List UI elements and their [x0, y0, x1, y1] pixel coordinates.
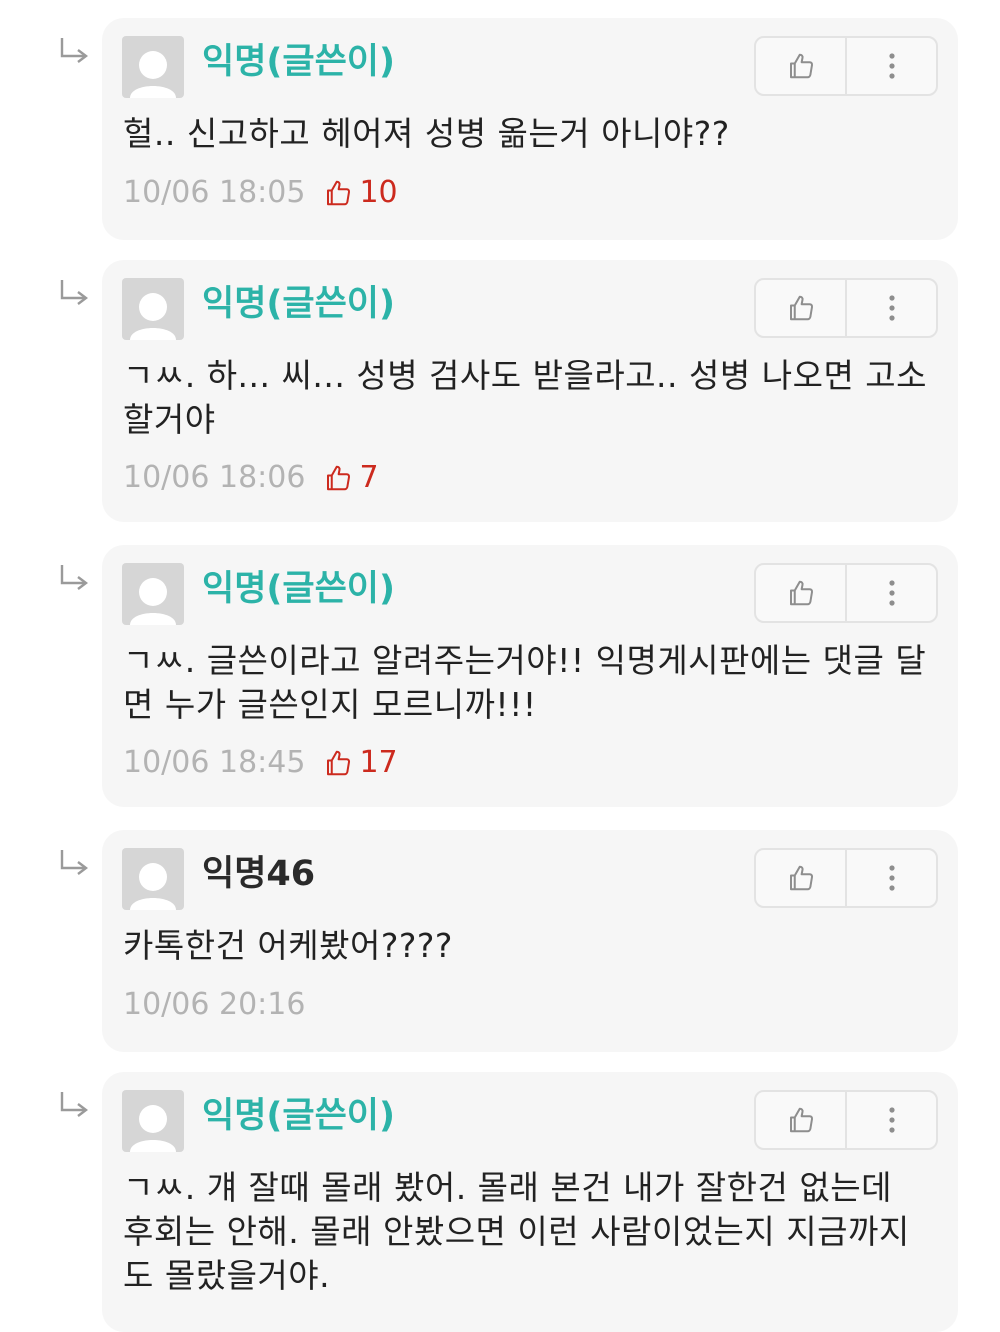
comment-meta: 10/06 18:06 7	[123, 460, 379, 496]
comment-body: ㄱㅆ. 하... 씨... 성병 검사도 받을라고.. 성병 나오면 고소할거야	[123, 356, 928, 439]
comment-item: 익명46 카톡한건 어케봤어???? 10/06 20:16	[0, 830, 1000, 1052]
comment-card: 익명(글쓴이) 헐.. 신고하고 헤어져 성병 옮는거 아니야?? 10/06 …	[102, 18, 958, 240]
like-button[interactable]	[756, 850, 845, 906]
default-user-icon	[130, 1105, 176, 1152]
thumbs-up-icon	[327, 465, 351, 491]
thumbs-up-icon	[789, 580, 813, 606]
comment-actions	[754, 36, 938, 96]
comment-body: 카톡한건 어케봤어????	[123, 926, 453, 965]
comment-timestamp: 10/06 18:05	[123, 175, 306, 210]
comment-body: ㄱㅆ. 걔 잘때 몰래 봤어. 몰래 본건 내가 잘한건 없는데 후회는 안해.…	[123, 1168, 910, 1295]
like-count: 17	[323, 745, 398, 781]
reply-arrow-icon	[60, 565, 88, 590]
like-count-value: 10	[359, 175, 398, 210]
default-user-icon	[130, 293, 176, 340]
comment-body: 헐.. 신고하고 헤어져 성병 옮는거 아니야??	[123, 114, 730, 153]
comment-meta: 10/06 18:45 17	[123, 745, 398, 781]
author-name[interactable]: 익명(글쓴이)	[202, 40, 395, 84]
comment-actions	[754, 848, 938, 908]
comment-item: 익명(글쓴이) ㄱㅆ. 글쓴이라고 알려주는거야!! 익명게시판에는 댓글 달면…	[0, 545, 1000, 807]
comment-card: 익명(글쓴이) ㄱㅆ. 하... 씨... 성병 검사도 받을라고.. 성병 나…	[102, 260, 958, 522]
like-button[interactable]	[756, 565, 845, 621]
like-button[interactable]	[756, 280, 845, 336]
more-vertical-icon	[888, 295, 895, 321]
more-button[interactable]	[845, 565, 936, 621]
reply-arrow-icon	[60, 280, 88, 305]
comment-card: 익명(글쓴이) ㄱㅆ. 글쓴이라고 알려주는거야!! 익명게시판에는 댓글 달면…	[102, 545, 958, 807]
avatar[interactable]	[122, 1090, 184, 1152]
comment-timestamp: 10/06 18:06	[123, 460, 306, 495]
more-vertical-icon	[888, 1107, 895, 1133]
author-name[interactable]: 익명(글쓴이)	[202, 1094, 395, 1138]
more-vertical-icon	[888, 580, 895, 606]
reply-arrow-icon	[60, 1092, 88, 1117]
like-button[interactable]	[756, 1092, 845, 1148]
thumbs-up-icon	[789, 1107, 813, 1133]
comment-card: 익명(글쓴이) ㄱㅆ. 걔 잘때 몰래 봤어. 몰래 본건 내가 잘한건 없는데…	[102, 1072, 958, 1332]
like-count: 7	[323, 460, 379, 496]
thumbs-up-icon	[327, 180, 351, 206]
comment-actions	[754, 1090, 938, 1150]
avatar[interactable]	[122, 848, 184, 910]
comment-item: 익명(글쓴이) 헐.. 신고하고 헤어져 성병 옮는거 아니야?? 10/06 …	[0, 18, 1000, 240]
comment-item: 익명(글쓴이) ㄱㅆ. 하... 씨... 성병 검사도 받을라고.. 성병 나…	[0, 260, 1000, 522]
default-user-icon	[130, 578, 176, 625]
thumbs-up-icon	[789, 53, 813, 79]
default-user-icon	[130, 863, 176, 910]
comment-body: ㄱㅆ. 글쓴이라고 알려주는거야!! 익명게시판에는 댓글 달면 누가 글쓴인지…	[123, 641, 927, 724]
comment-timestamp: 10/06 18:45	[123, 745, 306, 780]
more-vertical-icon	[888, 865, 895, 891]
comment-meta: 10/06 20:16	[123, 987, 305, 1023]
thumbs-up-icon	[789, 865, 813, 891]
avatar[interactable]	[122, 36, 184, 98]
more-vertical-icon	[888, 53, 895, 79]
more-button[interactable]	[845, 38, 936, 94]
more-button[interactable]	[845, 280, 936, 336]
comment-timestamp: 10/06 20:16	[123, 987, 306, 1022]
avatar[interactable]	[122, 563, 184, 625]
thumbs-up-icon	[789, 295, 813, 321]
more-button[interactable]	[845, 850, 936, 906]
thumbs-up-icon	[327, 750, 351, 776]
reply-arrow-icon	[60, 38, 88, 63]
more-button[interactable]	[845, 1092, 936, 1148]
like-button[interactable]	[756, 38, 845, 94]
like-count-value: 17	[359, 745, 398, 780]
author-name[interactable]: 익명(글쓴이)	[202, 282, 395, 326]
like-count-value: 7	[359, 460, 379, 495]
comment-item: 익명(글쓴이) ㄱㅆ. 걔 잘때 몰래 봤어. 몰래 본건 내가 잘한건 없는데…	[0, 1072, 1000, 1332]
comment-actions	[754, 278, 938, 338]
author-name[interactable]: 익명(글쓴이)	[202, 567, 395, 611]
comment-actions	[754, 563, 938, 623]
avatar[interactable]	[122, 278, 184, 340]
reply-arrow-icon	[60, 850, 88, 875]
default-user-icon	[130, 51, 176, 98]
comment-card: 익명46 카톡한건 어케봤어???? 10/06 20:16	[102, 830, 958, 1052]
author-name[interactable]: 익명46	[202, 852, 315, 896]
comment-meta: 10/06 18:05 10	[123, 175, 398, 211]
like-count: 10	[323, 175, 398, 211]
